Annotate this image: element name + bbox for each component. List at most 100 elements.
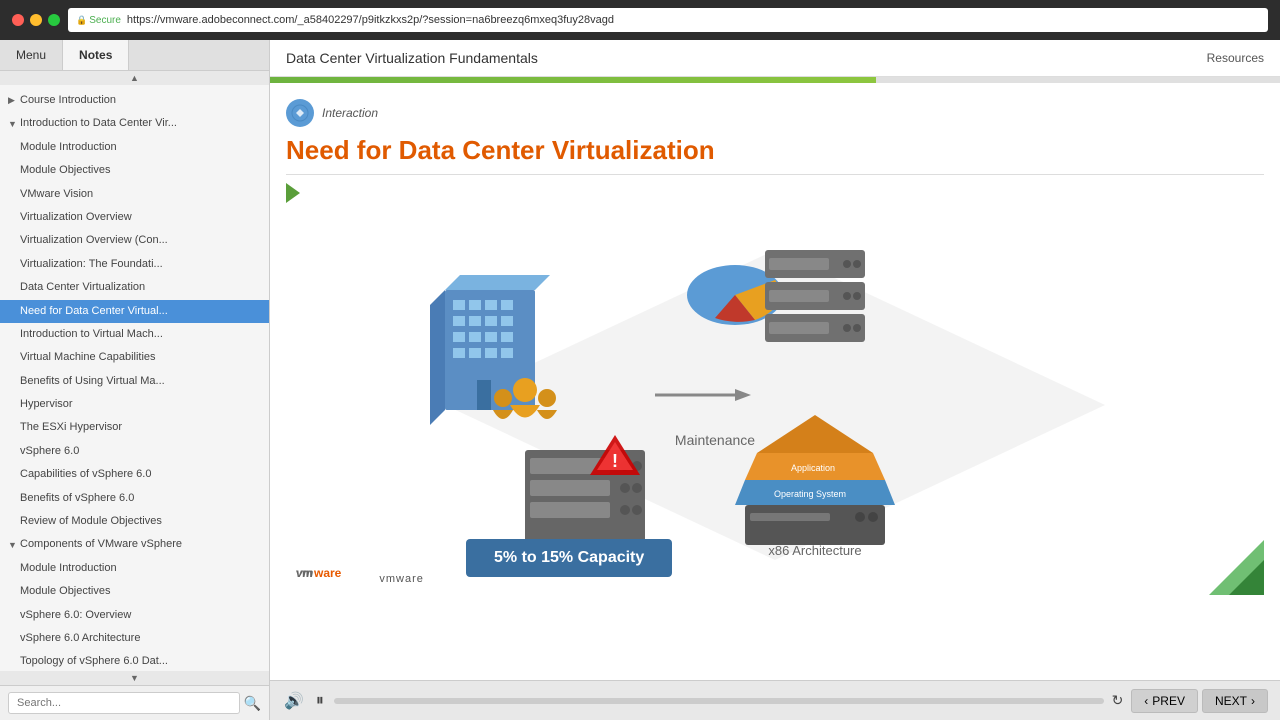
nav-arrow-1: ▼ xyxy=(8,118,20,131)
sidebar-item-11[interactable]: Virtual Machine Capabilities xyxy=(0,346,269,369)
search-button[interactable]: 🔍 xyxy=(244,695,261,712)
prev-label: PREV xyxy=(1152,694,1185,708)
sidebar-item-label-19: Components of VMware vSphere xyxy=(20,537,182,552)
sidebar-item-7[interactable]: Virtualization: The Foundati... xyxy=(0,253,269,276)
sidebar-item-19[interactable]: ▼ Components of VMware vSphere xyxy=(0,533,269,556)
pause-button[interactable]: ⏸ xyxy=(314,690,326,712)
sidebar-item-label-4: VMware Vision xyxy=(20,187,93,202)
svg-text:!: ! xyxy=(612,451,618,471)
minimize-btn[interactable] xyxy=(30,14,42,26)
resources-button[interactable]: Resources xyxy=(1207,51,1264,65)
svg-text:vm: vm xyxy=(296,566,312,580)
sidebar-item-21[interactable]: Module Objectives xyxy=(0,580,269,603)
sidebar-item-label-5: Virtualization Overview xyxy=(20,210,132,225)
maximize-btn[interactable] xyxy=(48,14,60,26)
tab-menu[interactable]: Menu xyxy=(0,40,63,70)
sidebar-item-23[interactable]: vSphere 6.0 Architecture xyxy=(0,627,269,650)
sidebar-item-label-7: Virtualization: The Foundati... xyxy=(20,257,163,272)
prev-arrow: ‹ xyxy=(1144,694,1148,708)
playback-progress[interactable] xyxy=(334,698,1104,704)
x86-label: x86 Architecture xyxy=(768,543,861,558)
sidebar: Menu Notes ▲ ▶ Course Introduction▼ Intr… xyxy=(0,40,270,720)
nav-arrow-19: ▼ xyxy=(8,539,20,552)
sidebar-item-0[interactable]: ▶ Course Introduction xyxy=(0,89,269,112)
sidebar-item-2[interactable]: Module Introduction xyxy=(0,136,269,159)
scroll-up-button[interactable]: ▲ xyxy=(0,71,269,85)
building-group xyxy=(430,275,550,425)
sidebar-item-label-6: Virtualization Overview (Con... xyxy=(20,233,168,248)
sidebar-item-label-23: vSphere 6.0 Architecture xyxy=(20,631,140,646)
main-content: Data Center Virtualization Fundamentals … xyxy=(270,40,1280,720)
player-controls: 🔊 ⏸ ↻ ‹ PREV NEXT › xyxy=(270,680,1280,720)
sidebar-item-label-11: Virtual Machine Capabilities xyxy=(20,350,156,365)
sidebar-item-label-13: Hypervisor xyxy=(20,397,73,412)
diagram-area: Maintenance xyxy=(286,215,1264,595)
sidebar-item-20[interactable]: Module Introduction xyxy=(0,557,269,580)
next-button[interactable]: NEXT › xyxy=(1202,689,1268,713)
interaction-icon xyxy=(286,99,314,127)
vmware-logo: vm ware vm vmware xyxy=(296,562,424,585)
slide-area: Interaction Need for Data Center Virtual… xyxy=(270,83,1280,680)
nav-buttons: ‹ PREV NEXT › xyxy=(1131,689,1268,713)
slide-title: Need for Data Center Virtualization xyxy=(286,135,1264,175)
volume-button[interactable]: 🔊 xyxy=(282,689,306,713)
sidebar-item-label-21: Module Objectives xyxy=(20,584,111,599)
sidebar-item-17[interactable]: Benefits of vSphere 6.0 xyxy=(0,487,269,510)
sidebar-item-12[interactable]: Benefits of Using Virtual Ma... xyxy=(0,370,269,393)
sidebar-item-label-3: Module Objectives xyxy=(20,163,111,178)
sidebar-item-label-10: Introduction to Virtual Mach... xyxy=(20,327,163,342)
sidebar-item-4[interactable]: VMware Vision xyxy=(0,183,269,206)
main-diagram: Maintenance xyxy=(345,230,1205,580)
corner-logo xyxy=(1209,540,1264,595)
scroll-down-button[interactable]: ▼ xyxy=(0,671,269,685)
secure-badge: 🔒 Secure xyxy=(76,15,121,26)
maintenance-text: Maintenance xyxy=(675,432,755,448)
svg-text:Application: Application xyxy=(791,463,835,473)
sidebar-item-3[interactable]: Module Objectives xyxy=(0,159,269,182)
sidebar-item-label-15: vSphere 6.0 xyxy=(20,444,79,459)
sidebar-item-10[interactable]: Introduction to Virtual Mach... xyxy=(0,323,269,346)
sidebar-item-label-24: Topology of vSphere 6.0 Dat... xyxy=(20,654,168,669)
prev-button[interactable]: ‹ PREV xyxy=(1131,689,1198,713)
slide-content: Interaction Need for Data Center Virtual… xyxy=(270,83,1280,680)
url-text: https://vmware.adobeconnect.com/_a584022… xyxy=(127,14,614,26)
next-label: NEXT xyxy=(1215,694,1247,708)
sidebar-item-label-22: vSphere 6.0: Overview xyxy=(20,608,131,623)
sidebar-item-24[interactable]: Topology of vSphere 6.0 Dat... xyxy=(0,650,269,671)
reload-button[interactable]: ↻ xyxy=(1112,692,1124,709)
sidebar-nav: ▶ Course Introduction▼ Introduction to D… xyxy=(0,85,269,671)
sidebar-item-5[interactable]: Virtualization Overview xyxy=(0,206,269,229)
sidebar-item-1[interactable]: ▼ Introduction to Data Center Vir... xyxy=(0,112,269,135)
sidebar-item-label-17: Benefits of vSphere 6.0 xyxy=(20,491,134,506)
sidebar-item-label-12: Benefits of Using Virtual Ma... xyxy=(20,374,165,389)
sidebar-item-18[interactable]: Review of Module Objectives xyxy=(0,510,269,533)
sidebar-item-9[interactable]: Need for Data Center Virtual... xyxy=(0,300,269,323)
sidebar-tabs: Menu Notes xyxy=(0,40,269,71)
sidebar-item-label-8: Data Center Virtualization xyxy=(20,280,145,295)
sidebar-item-label-16: Capabilities of vSphere 6.0 xyxy=(20,467,151,482)
nav-arrow-0: ▶ xyxy=(8,94,20,107)
search-input[interactable] xyxy=(8,692,240,714)
lock-icon: 🔒 xyxy=(76,15,87,26)
sidebar-item-label-14: The ESXi Hypervisor xyxy=(20,420,122,435)
sidebar-item-13[interactable]: Hypervisor xyxy=(0,393,269,416)
browser-controls xyxy=(12,14,60,26)
sidebar-item-14[interactable]: The ESXi Hypervisor xyxy=(0,416,269,439)
content-header: Data Center Virtualization Fundamentals … xyxy=(270,40,1280,77)
sidebar-item-label-1: Introduction to Data Center Vir... xyxy=(20,116,177,131)
sidebar-item-15[interactable]: vSphere 6.0 xyxy=(0,440,269,463)
capacity-badge: 5% to 15% Capacity xyxy=(466,539,672,577)
sidebar-item-22[interactable]: vSphere 6.0: Overview xyxy=(0,604,269,627)
close-btn[interactable] xyxy=(12,14,24,26)
address-bar[interactable]: 🔒 Secure https://vmware.adobeconnect.com… xyxy=(68,8,1268,32)
page-title: Data Center Virtualization Fundamentals xyxy=(286,50,538,66)
interaction-label: Interaction xyxy=(322,106,378,120)
next-arrow: › xyxy=(1251,694,1255,708)
sidebar-item-label-20: Module Introduction xyxy=(20,561,117,576)
svg-text:ware: ware xyxy=(313,566,342,580)
sidebar-item-16[interactable]: Capabilities of vSphere 6.0 xyxy=(0,463,269,486)
tab-notes[interactable]: Notes xyxy=(63,40,129,70)
sidebar-item-6[interactable]: Virtualization Overview (Con... xyxy=(0,229,269,252)
server-stack-group xyxy=(765,250,865,342)
sidebar-item-8[interactable]: Data Center Virtualization xyxy=(0,276,269,299)
